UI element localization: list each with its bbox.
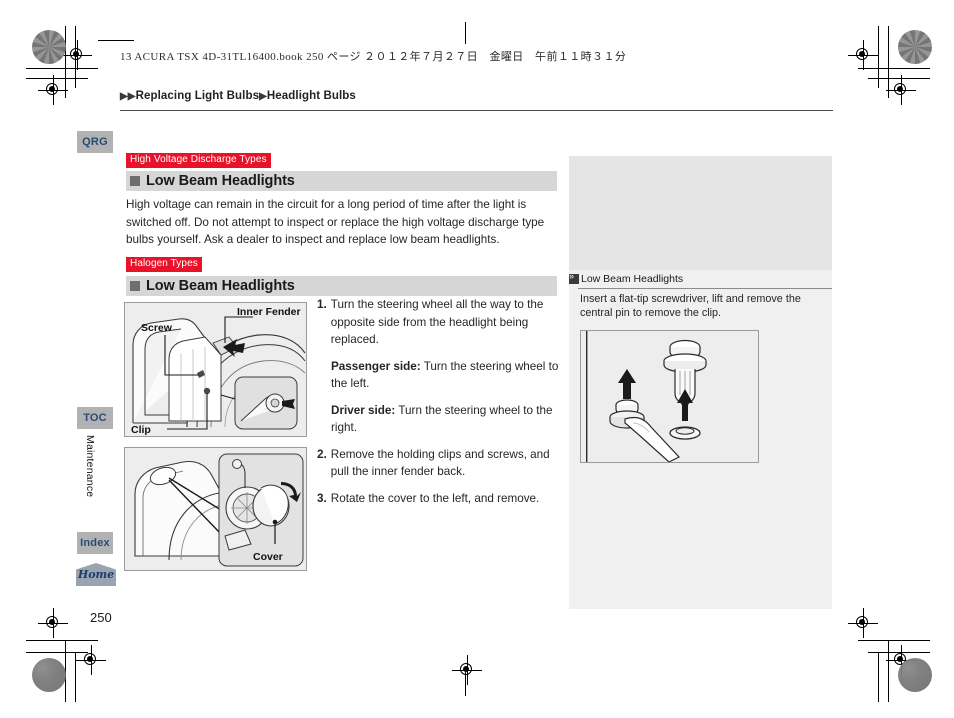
- bullet-square-icon: [130, 281, 140, 291]
- sub-paragraph-driver-side: Driver side: Turn the steering wheel to …: [331, 402, 567, 437]
- section-heading-low-beam-2-label: Low Beam Headlights: [146, 278, 295, 294]
- side-panel-heading: Low Beam Headlights: [569, 271, 684, 285]
- step-item: 1. Turn the steering wheel all the way t…: [317, 296, 567, 349]
- print-header: 13 ACURA TSX 4D-31TL16400.book 250 ページ ２…: [120, 51, 627, 63]
- sidebar-tab-home-label: Home: [77, 568, 115, 581]
- side-panel-divider: [578, 288, 832, 289]
- sub-paragraph-passenger-side: Passenger side: Turn the steering wheel …: [331, 358, 567, 393]
- section-heading-low-beam-1-label: Low Beam Headlights: [146, 173, 295, 189]
- chapter-label: Maintenance: [84, 435, 96, 498]
- crop-line: [98, 40, 134, 41]
- header-divider: [120, 110, 833, 111]
- sidebar-tab-home[interactable]: Home: [76, 563, 116, 586]
- figure-cover-drawing: Cover: [125, 448, 306, 570]
- figure-label-inner-fender: Inner Fender: [237, 306, 301, 318]
- step-text: Rotate the cover to the left, and remove…: [330, 491, 540, 505]
- section-tag-halogen: Halogen Types: [126, 257, 202, 272]
- step-text: Turn the steering wheel all the way to t…: [330, 298, 544, 346]
- figure-label-clip: Clip: [131, 424, 151, 436]
- halftone-target: [32, 30, 66, 64]
- crop-line: [26, 640, 98, 641]
- breadcrumb-item-replacing-light-bulbs[interactable]: Replacing Light Bulbs: [136, 90, 260, 102]
- figure-inner-fender: Inner Fender Screw Clip: [124, 302, 307, 437]
- crop-line: [878, 26, 879, 88]
- figure-clip-removal: [580, 330, 759, 463]
- section-heading-low-beam-1: Low Beam Headlights: [126, 171, 557, 191]
- section-body-high-voltage: High voltage can remain in the circuit f…: [126, 198, 545, 246]
- crop-line: [878, 652, 879, 702]
- sidebar-tab-qrg[interactable]: QRG: [77, 131, 113, 153]
- registration-mark: [62, 40, 92, 70]
- section-tag-high-voltage: High Voltage Discharge Types: [126, 153, 271, 168]
- figure-label-cover: Cover: [253, 551, 283, 563]
- sub-paragraph-label: Driver side:: [331, 403, 396, 417]
- registration-mark: [848, 608, 878, 638]
- breadcrumb-arrow-icon: ▶: [127, 91, 136, 102]
- figure-clip-removal-drawing: [581, 331, 758, 462]
- step-number: 1.: [317, 298, 327, 311]
- registration-mark: [848, 40, 878, 70]
- step-item: 3. Rotate the cover to the left, and rem…: [317, 490, 567, 508]
- sidebar-tab-index-label: Index: [80, 537, 110, 549]
- page-number: 250: [90, 610, 112, 625]
- side-panel-text: Insert a flat-tip screwdriver, lift and …: [580, 293, 801, 319]
- sidebar-tab-qrg-label: QRG: [82, 136, 108, 148]
- step-item: 2. Remove the holding clips and screws, …: [317, 446, 567, 481]
- crop-line: [858, 640, 930, 641]
- halftone-target: [898, 658, 932, 692]
- side-panel-top-block: [569, 156, 832, 270]
- step-number: 2.: [317, 447, 327, 461]
- figure-label-screw: Screw: [141, 322, 173, 334]
- breadcrumb: ▶▶Replacing Light Bulbs▶Headlight Bulbs: [120, 90, 356, 102]
- procedure-steps: 1. Turn the steering wheel all the way t…: [317, 296, 567, 516]
- breadcrumb-arrow-icon: ▶: [259, 91, 267, 102]
- halftone-target: [898, 30, 932, 64]
- registration-mark: [886, 75, 916, 105]
- registration-mark: [452, 655, 482, 685]
- breadcrumb-item-headlight-bulbs[interactable]: Headlight Bulbs: [267, 90, 356, 102]
- registration-mark: [38, 608, 68, 638]
- sub-paragraph-label: Passenger side:: [331, 359, 421, 373]
- figure-inner-fender-drawing: Inner Fender Screw Clip: [125, 303, 306, 436]
- registration-mark: [76, 645, 106, 675]
- step-number: 3.: [317, 491, 327, 505]
- sidebar-tab-toc-label: TOC: [83, 412, 107, 424]
- side-panel-heading-label: Low Beam Headlights: [581, 273, 684, 285]
- step-text: Remove the holding clips and screws, and…: [330, 447, 550, 479]
- registration-mark: [38, 75, 68, 105]
- sidebar-tab-toc[interactable]: TOC: [77, 407, 113, 429]
- sidebar-tab-index[interactable]: Index: [77, 532, 113, 554]
- section-heading-low-beam-2: Low Beam Headlights: [126, 276, 557, 296]
- double-chevron-icon: [569, 271, 579, 284]
- breadcrumb-arrow-icon: ▶: [120, 91, 128, 102]
- bullet-square-icon: [130, 176, 140, 186]
- halftone-target: [32, 658, 66, 692]
- figure-cover: Cover: [124, 447, 307, 571]
- crop-line: [465, 22, 466, 44]
